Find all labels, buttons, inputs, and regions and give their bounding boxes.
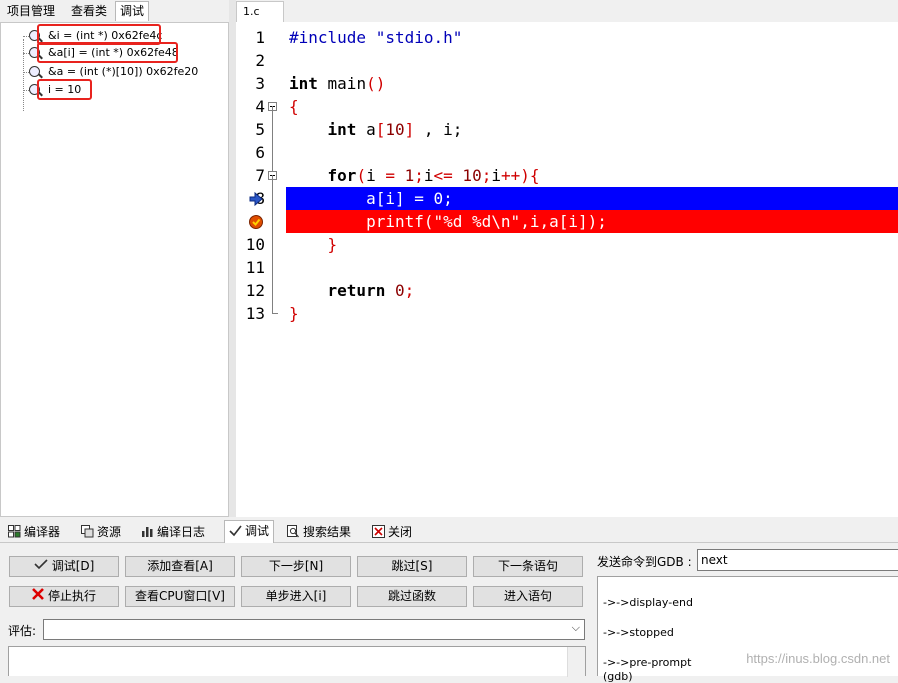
gdb-command-label: 发送命令到GDB : [597,555,692,569]
line-number: 5 [255,120,265,139]
bar-chart-icon [142,527,153,537]
bottom-panel-tabs: 编译器 资源 编译日志 调试 搜索结果 关闭 [0,519,898,543]
line-number: 3 [255,74,265,93]
code-line: } [289,304,299,323]
breakpoint-icon [249,215,263,229]
annotation-box [37,42,178,63]
grid-icon [8,525,21,538]
code-line: #include "stdio.h" [289,28,463,47]
code-line: int a[10] , i; [327,120,463,139]
search-icon [287,525,299,538]
execution-pointer-icon [249,191,263,207]
line-number: 7 [255,166,265,185]
stop-execution-button[interactable]: 停止执行 [9,586,119,607]
fold-line [272,106,273,171]
skip-button[interactable]: 跳过[S] [357,556,467,577]
code-line: } [327,235,338,254]
tree-connector [23,39,24,111]
line-number: 2 [255,51,265,70]
gdb-output-line: ->->stopped [603,626,674,639]
watch-item-label: &a = (int (*)[10]) 0x62fe20 [48,65,199,78]
tab-close[interactable]: 关闭 [372,522,412,542]
code-line: { [289,97,299,116]
gdb-output-line: (gdb) [603,670,633,683]
line-number: 11 [245,258,265,277]
enter-statement-button[interactable]: 进入语句 [473,586,583,607]
code-line-current: a[i] = 0; [366,189,453,208]
gdb-output-line: ->->pre-prompt [603,656,692,669]
line-number: 13 [245,304,265,323]
left-panel-tabs: 项目管理 查看类 调试 [0,0,232,22]
fold-line [272,313,278,314]
tab-debug-bottom[interactable]: 调试 [224,520,275,543]
line-number-gutter: 1 2 3 4 5 6 7 8 9 10 11 12 13 [236,22,286,517]
stop-icon [32,588,44,600]
gdb-command-input[interactable]: next [697,549,898,571]
annotation-box [37,79,92,100]
step-into-button[interactable]: 单步进入[i] [241,586,351,607]
eval-input[interactable]: ⌵ [43,619,585,640]
tab-file[interactable]: 1.c [236,1,284,22]
tab-resources[interactable]: 资源 [81,522,121,542]
eval-output [8,646,586,677]
tab-compile-log[interactable]: 编译日志 [141,522,205,542]
line-number: 10 [245,235,265,254]
watch-panel: &i = (int *) 0x62fe4c &a[i] = (int *) 0x… [0,22,229,517]
close-icon [372,525,385,538]
fold-line [272,175,273,313]
view-cpu-window-button[interactable]: 查看CPU窗口[V] [125,586,235,607]
scrollbar[interactable] [567,647,585,677]
code-line: return 0; [327,281,415,300]
line-number: 6 [255,143,265,162]
debug-button[interactable]: 调试[D] [9,556,119,577]
watch-icon [29,66,40,77]
tab-project-manager[interactable]: 项目管理 [3,2,59,21]
tab-class-browser[interactable]: 查看类 [67,2,111,21]
code-line-breakpoint: printf("%d %d\n",i,a[i]); [366,212,607,231]
watermark: https://inus.blog.csdn.net [746,651,890,666]
skip-function-button[interactable]: 跳过函数 [357,586,467,607]
code-editor[interactable]: #include "stdio.h" int main() { int a[10… [286,22,898,517]
code-line: for(i = 1;i<= 10;i++){ [327,166,540,185]
tab-search-results[interactable]: 搜索结果 [287,522,351,542]
gdb-output-line: ->->display-end [603,596,693,609]
vertical-splitter[interactable] [229,0,236,517]
line-number: 12 [245,281,265,300]
editor-tabs: 1.c [236,0,898,22]
next-statement-button[interactable]: 下一条语句 [473,556,583,577]
add-watch-button[interactable]: 添加查看[A] [125,556,235,577]
line-number: 4 [255,97,265,116]
checkmark-icon [34,559,48,570]
tab-debug[interactable]: 调试 [115,1,150,21]
checkmark-icon [229,525,242,537]
tab-compiler[interactable]: 编译器 [8,522,60,542]
chevron-down-icon[interactable]: ⌵ [572,621,580,635]
line-number: 1 [255,28,265,47]
next-step-button[interactable]: 下一步[N] [241,556,351,577]
eval-label: 评估: [8,624,37,638]
windows-icon [81,525,94,538]
code-line: int main() [289,74,386,93]
